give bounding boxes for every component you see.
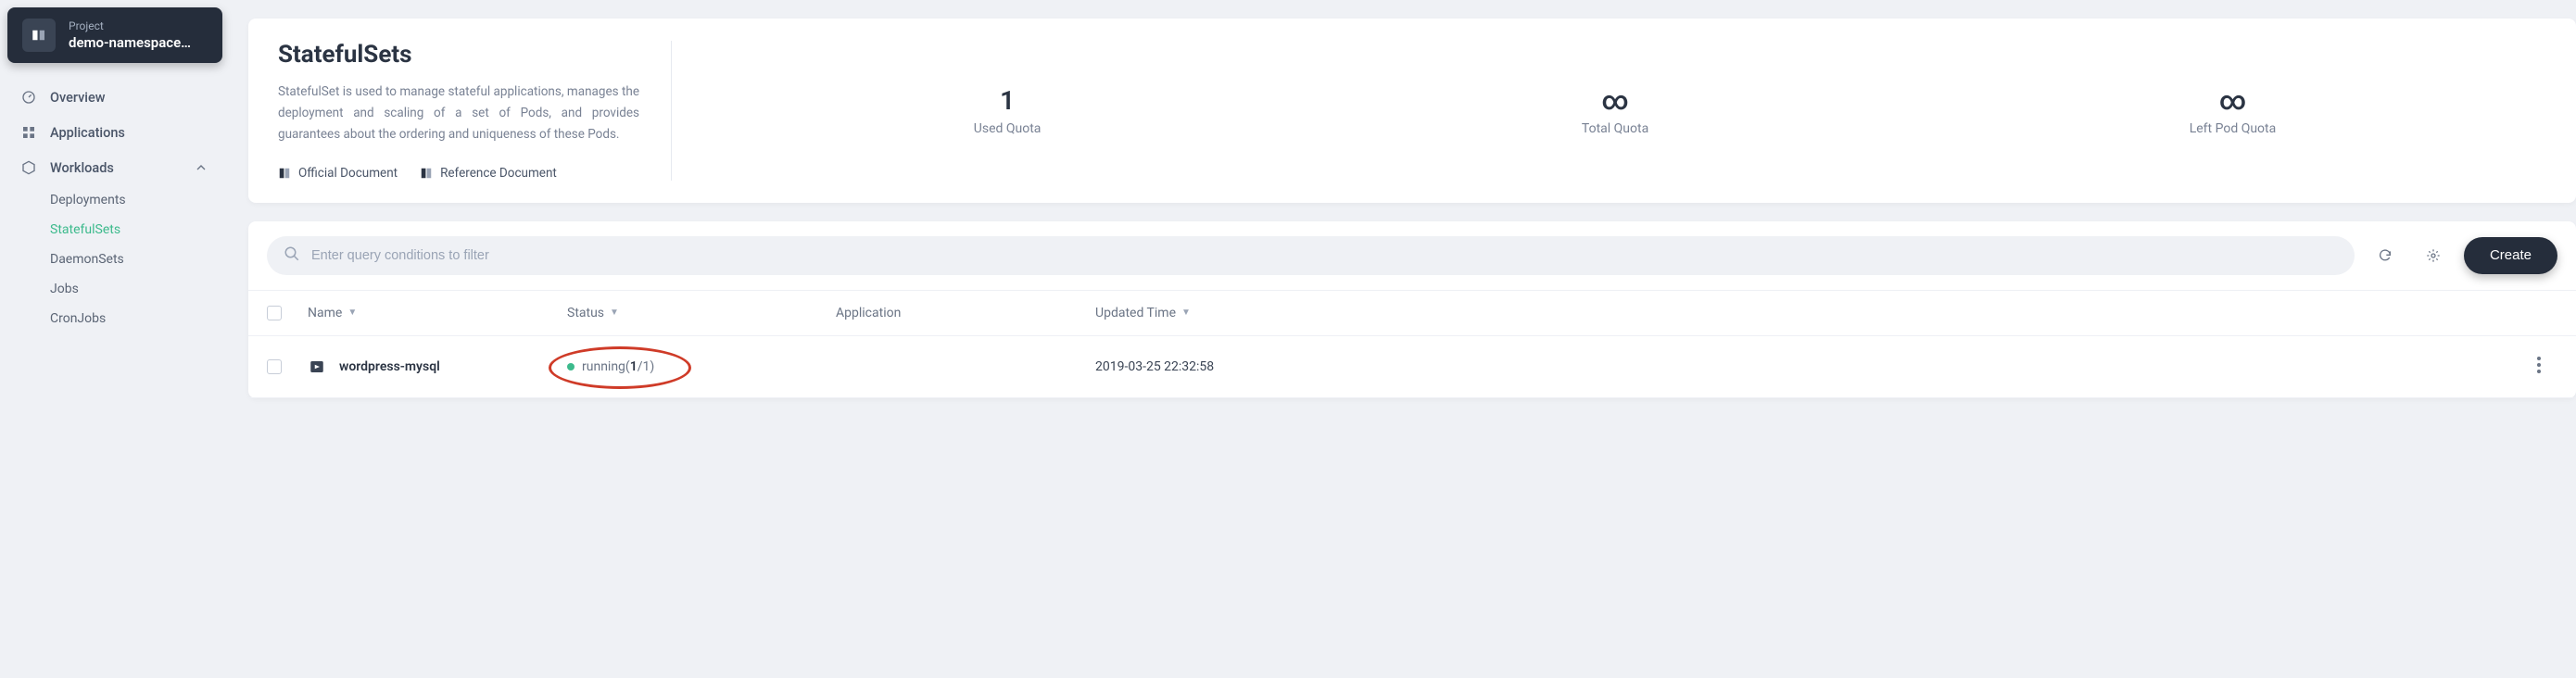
sidebar-item-overview[interactable]: Overview [13, 80, 217, 115]
row-actions-button[interactable] [2520, 357, 2557, 377]
sidebar-item-cronjobs[interactable]: CronJobs [50, 304, 217, 333]
cube-icon [20, 159, 37, 176]
column-header-application[interactable]: Application [836, 306, 1095, 320]
page-title: StatefulSets [278, 41, 639, 69]
sort-caret-icon: ▼ [1181, 308, 1191, 318]
status-text: running(1/1) [582, 359, 654, 374]
used-quota: 1 Used Quota [974, 85, 1042, 136]
search-input-wrap[interactable] [267, 236, 2355, 275]
quota-value: 1 [974, 85, 1042, 116]
table-header: Name ▼ Status ▼ Application Updated Time… [248, 291, 2576, 336]
project-label: Project [69, 19, 191, 32]
list-panel: Create Name ▼ Status ▼ Application [248, 221, 2576, 398]
sort-caret-icon: ▼ [347, 308, 357, 318]
search-input[interactable] [311, 248, 2338, 263]
quota-label: Used Quota [974, 121, 1042, 136]
row-name-text: wordpress-mysql [339, 359, 440, 374]
select-all-checkbox[interactable] [267, 306, 282, 320]
status-dot-icon [567, 363, 575, 370]
project-icon [22, 19, 56, 52]
search-icon [284, 245, 300, 266]
settings-button[interactable] [2416, 238, 2451, 273]
column-header-updated[interactable]: Updated Time ▼ [1095, 306, 1373, 320]
refresh-button[interactable] [2368, 238, 2403, 273]
status-badge: running(1/1) [567, 359, 654, 374]
sidebar-item-label: Applications [50, 125, 125, 141]
doc-link-label: Reference Document [440, 166, 557, 181]
column-label: Updated Time [1095, 306, 1176, 320]
book-icon [278, 167, 291, 180]
chevron-up-icon [193, 159, 209, 176]
official-document-link[interactable]: Official Document [278, 166, 398, 181]
quota-label: Left Pod Quota [2190, 121, 2277, 136]
sort-caret-icon: ▼ [610, 308, 619, 318]
column-label: Application [836, 306, 901, 320]
sidebar-item-deployments[interactable]: Deployments [50, 185, 217, 215]
column-label: Name [308, 306, 342, 320]
project-name: demo-namespace… [69, 34, 191, 51]
create-button[interactable]: Create [2464, 237, 2557, 274]
book-icon [420, 167, 433, 180]
column-label: Status [567, 306, 604, 320]
quota-value: ∞ [2190, 85, 2277, 116]
sidebar-item-daemonsets[interactable]: DaemonSets [50, 245, 217, 274]
left-pod-quota: ∞ Left Pod Quota [2190, 85, 2277, 136]
quota-value: ∞ [1582, 85, 1648, 116]
doc-link-label: Official Document [298, 166, 398, 181]
column-header-name[interactable]: Name ▼ [308, 306, 567, 320]
sidebar-item-label: Workloads [50, 160, 114, 176]
project-selector[interactable]: Project demo-namespace… [7, 7, 222, 63]
page-header: StatefulSets StatefulSet is used to mana… [248, 19, 2576, 203]
sidebar-item-label: Overview [50, 90, 106, 106]
column-header-status[interactable]: Status ▼ [567, 306, 836, 320]
sidebar-item-workloads[interactable]: Workloads [13, 150, 217, 185]
sidebar-item-applications[interactable]: Applications [13, 115, 217, 150]
row-checkbox[interactable] [267, 359, 282, 374]
sidebar-item-statefulsets[interactable]: StatefulSets [50, 215, 217, 245]
grid-icon [20, 124, 37, 141]
sidebar-item-jobs[interactable]: Jobs [50, 274, 217, 304]
divider [671, 41, 672, 181]
reference-document-link[interactable]: Reference Document [420, 166, 557, 181]
row-updated: 2019-03-25 22:32:58 [1095, 359, 1214, 374]
total-quota: ∞ Total Quota [1582, 85, 1648, 136]
statefulset-icon [308, 358, 326, 376]
quota-label: Total Quota [1582, 121, 1648, 136]
page-description: StatefulSet is used to manage stateful a… [278, 82, 639, 145]
gauge-icon [20, 89, 37, 106]
table-row[interactable]: wordpress-mysql running(1/1) 2019-03-25 … [248, 336, 2576, 398]
